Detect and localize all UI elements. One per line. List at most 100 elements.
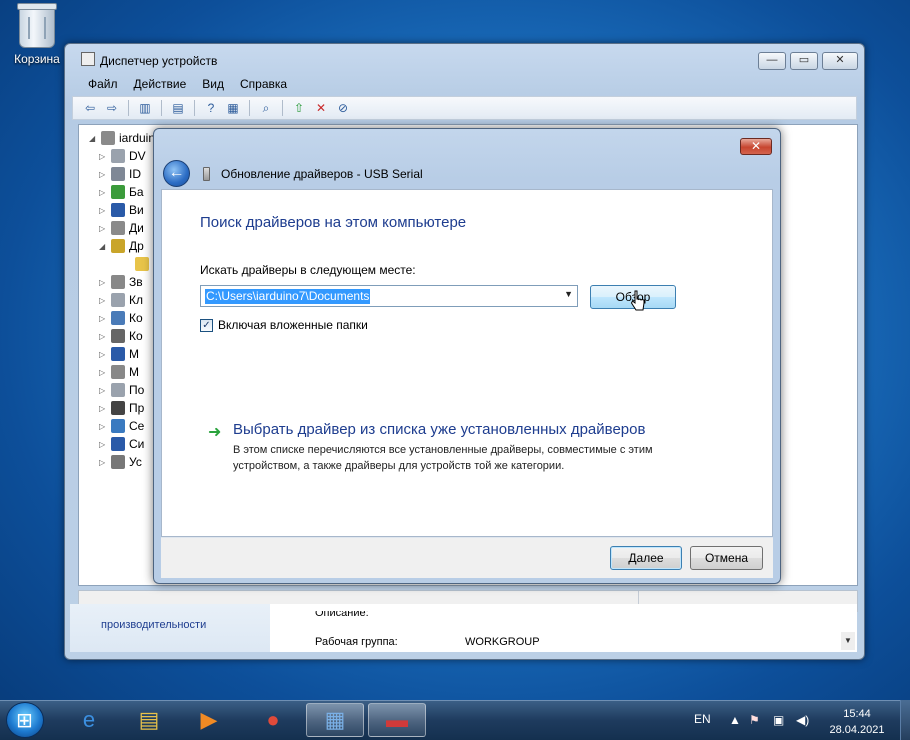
mouse-cursor-icon — [631, 290, 645, 311]
clock-time: 15:44 — [843, 708, 871, 720]
search-path-value[interactable]: C:\Users\iarduino7\Documents — [205, 289, 371, 304]
tree-item[interactable]: ▷ Си — [99, 435, 144, 453]
menu-view[interactable]: Вид — [202, 77, 224, 91]
pick-from-list-link[interactable]: Выбрать драйвер из списка уже установлен… — [233, 421, 645, 438]
expand-toggle-icon[interactable]: ▷ — [99, 368, 107, 377]
disable-device-icon[interactable]: ⊘ — [334, 99, 352, 117]
include-subfolders-checkbox[interactable]: ✓ Включая вложенные папки — [200, 318, 368, 332]
chrome-taskbar-icon[interactable]: ● — [244, 703, 302, 737]
expand-toggle-icon[interactable]: ▷ — [99, 206, 107, 215]
toolbar: ⇦ ⇨ ▥ ▤ ? ▦ ⌕ ⇧ ✕ ⊘ — [72, 96, 857, 120]
tree-item[interactable]: ▷ Зв — [99, 273, 143, 291]
tree-item[interactable]: ▷ По — [99, 381, 144, 399]
tree-item-label: ID — [129, 167, 141, 181]
file-explorer-taskbar-icon[interactable]: ▤ — [120, 703, 178, 737]
expand-toggle-icon[interactable]: ▷ — [99, 296, 107, 305]
internet-explorer-taskbar-icon[interactable]: e — [60, 703, 118, 737]
performance-link[interactable]: производительности — [101, 619, 206, 631]
tree-item[interactable]: ▷ DV — [99, 147, 146, 165]
workgroup-label: Рабочая группа: — [315, 636, 398, 648]
tree-item[interactable]: ▷ Пр — [99, 399, 144, 417]
scroll-down-icon[interactable]: ▼ — [841, 632, 855, 650]
tree-item[interactable]: ▷ Ба — [99, 183, 144, 201]
back-button-icon[interactable]: ← — [163, 160, 190, 187]
view-icon[interactable]: ▦ — [224, 99, 242, 117]
expand-toggle-icon[interactable]: ▷ — [99, 188, 107, 197]
next-button[interactable]: Далее — [610, 546, 682, 570]
clock[interactable]: 15:44 28.04.2021 — [818, 706, 896, 738]
search-path-combobox[interactable]: C:\Users\iarduino7\Documents ▼ — [200, 285, 578, 307]
uninstall-icon[interactable]: ✕ — [312, 99, 330, 117]
media-player-taskbar-icon[interactable]: ▶ — [180, 703, 238, 737]
expand-toggle-icon[interactable]: ▷ — [99, 170, 107, 179]
expand-toggle-icon[interactable]: ▷ — [99, 440, 107, 449]
show-desktop-button[interactable] — [900, 700, 910, 740]
checkbox-checkmark-icon[interactable]: ✓ — [200, 318, 213, 332]
language-indicator[interactable]: EN — [694, 712, 711, 726]
tray-expand-icon[interactable]: ▲ — [729, 713, 741, 727]
tree-item[interactable]: ▷ М — [99, 363, 139, 381]
dialog-close-button[interactable]: ✕ — [740, 138, 772, 155]
expand-toggle-icon[interactable]: ▷ — [99, 458, 107, 467]
tree-item[interactable]: ▷ М — [99, 345, 139, 363]
tree-item-label: По — [129, 383, 145, 397]
dialog-title: Обновление драйверов - USB Serial — [221, 167, 423, 181]
expand-toggle-icon[interactable]: ▷ — [99, 422, 107, 431]
tree-item-label: М — [129, 365, 139, 379]
expand-toggle-icon[interactable]: ▷ — [99, 152, 107, 161]
tree-item[interactable]: ▷ Ко — [99, 309, 143, 327]
action-center-icon[interactable]: ⚑ — [749, 713, 760, 727]
dialog-content: Поиск драйверов на этом компьютере Искат… — [161, 189, 773, 537]
close-button[interactable]: ✕ — [822, 52, 858, 70]
menu-help[interactable]: Справка — [240, 77, 287, 91]
tree-item-label: Ко — [129, 311, 143, 325]
dialog-footer: Далее Отмена — [161, 538, 773, 578]
start-button-icon[interactable] — [6, 702, 44, 738]
forward-arrow-icon[interactable]: ⇨ — [103, 99, 121, 117]
minimize-button[interactable]: — — [758, 52, 786, 70]
tree-item[interactable]: ▷ Ко — [99, 327, 143, 345]
expand-toggle-icon[interactable]: ▷ — [99, 350, 107, 359]
recycle-bin-shortcut[interactable]: Корзина — [8, 3, 66, 66]
expand-toggle-icon[interactable]: ▷ — [99, 224, 107, 233]
monitor-icon — [111, 347, 125, 361]
expand-toggle-icon[interactable]: ▷ — [99, 278, 107, 287]
update-driver-dialog: ✕ ← Обновление драйверов - USB Serial По… — [153, 128, 781, 584]
menu-action[interactable]: Действие — [134, 77, 187, 91]
chevron-down-icon[interactable]: ▼ — [564, 289, 573, 299]
tree-item[interactable]: ▷ Ди — [99, 219, 144, 237]
help-icon[interactable]: ? — [202, 99, 220, 117]
tree-item[interactable] — [123, 255, 153, 273]
network-icon[interactable]: ▣ — [773, 713, 784, 727]
expand-toggle-icon[interactable]: ▷ — [99, 386, 107, 395]
tree-item-label: М — [129, 347, 139, 361]
scan-hardware-icon[interactable]: ⌕ — [257, 99, 275, 117]
maximize-button[interactable]: ▭ — [790, 52, 818, 70]
computer-icon — [101, 131, 115, 145]
expand-toggle-icon[interactable]: ▷ — [99, 314, 107, 323]
tree-item[interactable]: ▷ Ви — [99, 201, 144, 219]
show-hide-tree-icon[interactable]: ▥ — [136, 99, 154, 117]
video-adapter-icon — [111, 203, 125, 217]
tree-item[interactable]: ▷ Кл — [99, 291, 143, 309]
back-arrow-icon[interactable]: ⇦ — [81, 99, 99, 117]
properties-icon[interactable]: ▤ — [169, 99, 187, 117]
usb-device-icon — [203, 167, 210, 181]
menu-file[interactable]: Файл — [88, 77, 118, 91]
control-panel-taskbar-icon[interactable]: ▦ — [306, 703, 364, 737]
toolbox-taskbar-icon[interactable]: ▬ — [368, 703, 426, 737]
tree-item[interactable]: ◢ Др — [99, 237, 144, 255]
expand-toggle-icon[interactable]: ▷ — [99, 404, 107, 413]
tree-item[interactable]: ▷ ID — [99, 165, 141, 183]
tree-item[interactable]: ▷ Се — [99, 417, 144, 435]
ide-controller-icon — [111, 167, 125, 181]
expand-toggle-icon[interactable]: ◢ — [99, 242, 107, 251]
expand-toggle-icon[interactable]: ◢ — [89, 134, 97, 143]
tree-item[interactable]: ▷ Ус — [99, 453, 142, 471]
dvd-drive-icon — [111, 149, 125, 163]
volume-icon[interactable]: ◀) — [796, 713, 809, 727]
expand-toggle-icon[interactable]: ▷ — [99, 332, 107, 341]
cancel-button[interactable]: Отмена — [690, 546, 763, 570]
update-driver-icon[interactable]: ⇧ — [290, 99, 308, 117]
tree-item[interactable]: ◢ iarduin — [89, 129, 155, 147]
